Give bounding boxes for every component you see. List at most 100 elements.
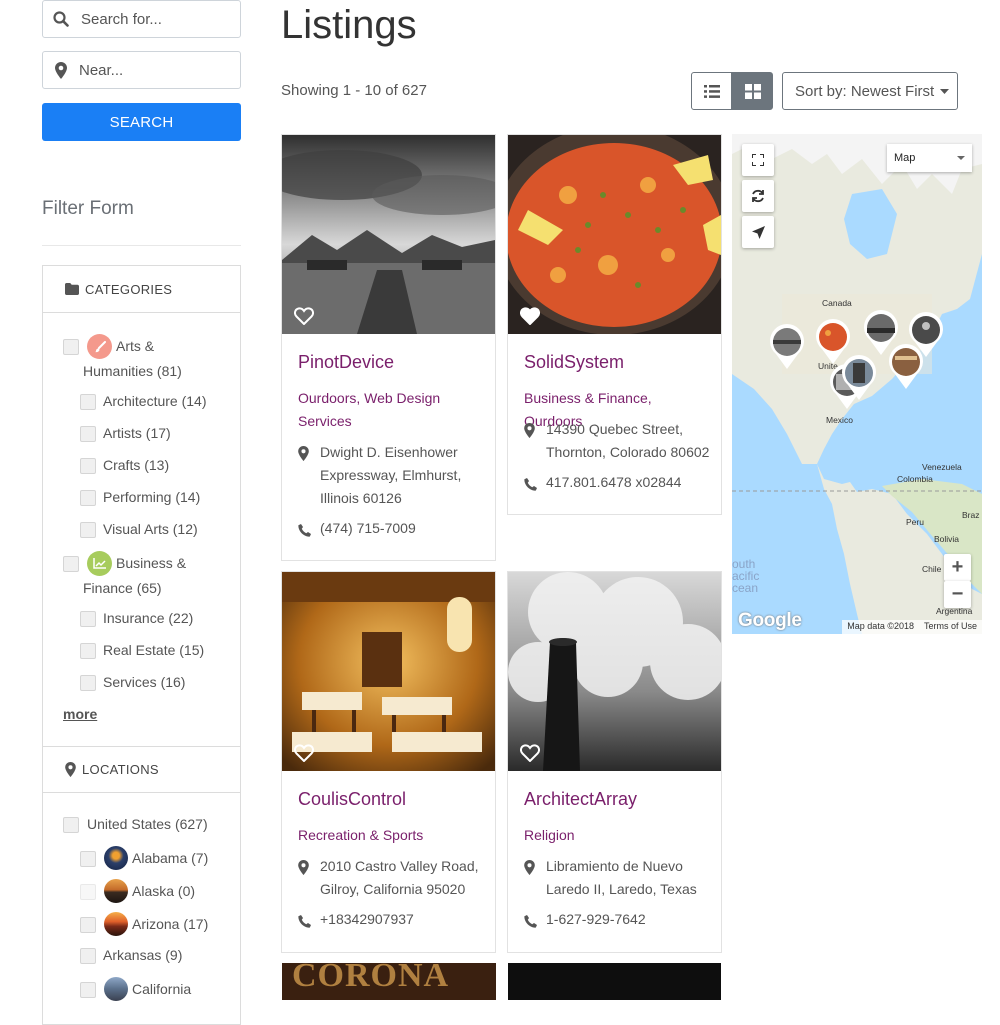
terms-of-use-link[interactable]: Terms of Use bbox=[924, 621, 977, 633]
location-arkansas[interactable]: Arkansas (9) bbox=[80, 943, 182, 968]
listing-title[interactable]: CoulisControl bbox=[298, 789, 406, 810]
map-label-colombia: Colombia bbox=[897, 474, 933, 484]
favorite-heart-icon[interactable] bbox=[519, 307, 541, 326]
location-label: Alaska (0) bbox=[132, 883, 196, 899]
map-label-chile: Chile bbox=[922, 564, 942, 574]
listing-title[interactable]: SolidSystem bbox=[524, 352, 624, 373]
checkbox[interactable] bbox=[63, 556, 79, 572]
map-type-dropdown[interactable]: Map bbox=[887, 144, 972, 172]
checkbox[interactable] bbox=[63, 339, 79, 355]
listing-category[interactable]: Recreation & Sports bbox=[298, 824, 483, 847]
map-pin-icon bbox=[298, 441, 320, 510]
listing-address: Dwight D. Eisenhower Expressway, Elmhurs… bbox=[298, 441, 483, 510]
category-arts-humanities[interactable]: Arts & Humanities (81) bbox=[63, 334, 182, 384]
category-services[interactable]: Services (16) bbox=[80, 670, 185, 695]
my-location-button[interactable] bbox=[742, 216, 774, 248]
map[interactable]: Canada Unite Mexico Venezuela Colombia P… bbox=[732, 134, 982, 634]
listing-card[interactable]: CoulisControl Recreation & Sports 2010 C… bbox=[281, 571, 496, 953]
category-architecture[interactable]: Architecture (14) bbox=[80, 389, 206, 414]
category-visual-arts[interactable]: Visual Arts (12) bbox=[80, 517, 198, 542]
location-california[interactable]: California bbox=[80, 977, 191, 1002]
location-alabama[interactable]: Alabama (7) bbox=[80, 846, 208, 871]
checkbox[interactable] bbox=[80, 394, 96, 410]
favorite-heart-icon[interactable] bbox=[519, 744, 541, 763]
category-label: Crafts (13) bbox=[103, 457, 170, 473]
category-performing[interactable]: Performing (14) bbox=[80, 485, 200, 510]
checkbox[interactable] bbox=[80, 884, 96, 900]
location-label: California bbox=[132, 981, 192, 997]
checkbox[interactable] bbox=[80, 675, 96, 691]
list-view-button[interactable] bbox=[691, 72, 732, 110]
listing-category[interactable]: Ourdoors, Web Design Services bbox=[298, 387, 483, 433]
zoom-in-button[interactable]: + bbox=[944, 554, 971, 581]
checkbox[interactable] bbox=[63, 817, 79, 833]
location-search-input[interactable] bbox=[77, 60, 227, 80]
search-button[interactable]: SEARCH bbox=[42, 103, 241, 141]
checkbox[interactable] bbox=[80, 917, 96, 933]
refresh-button[interactable] bbox=[742, 180, 774, 212]
map-marker[interactable] bbox=[887, 344, 925, 390]
category-insurance[interactable]: Insurance (22) bbox=[80, 606, 193, 631]
checkbox[interactable] bbox=[80, 982, 96, 998]
sort-dropdown[interactable]: Sort by: Newest First bbox=[782, 72, 958, 110]
caret-down-icon bbox=[940, 88, 950, 94]
category-label: Arts & bbox=[116, 338, 155, 354]
checkbox[interactable] bbox=[80, 611, 96, 627]
keyword-search-input[interactable] bbox=[79, 9, 229, 29]
listing-title[interactable]: PinotDevice bbox=[298, 352, 394, 373]
fullscreen-icon bbox=[752, 154, 764, 166]
category-artists[interactable]: Artists (17) bbox=[80, 421, 171, 446]
fullscreen-button[interactable] bbox=[742, 144, 774, 176]
location-united-states[interactable]: United States (627) bbox=[63, 812, 208, 837]
checkbox[interactable] bbox=[80, 948, 96, 964]
category-label: Insurance (22) bbox=[103, 610, 194, 626]
location-label: Arkansas (9) bbox=[103, 947, 183, 963]
category-real-estate[interactable]: Real Estate (15) bbox=[80, 638, 204, 663]
map-marker[interactable] bbox=[768, 324, 806, 370]
alabama-thumbnail bbox=[104, 846, 128, 870]
address-text: 14390 Quebec Street, Thornton, Colorado … bbox=[546, 421, 710, 460]
folder-icon bbox=[65, 283, 79, 295]
listing-card[interactable]: SolidSystem Business & Finance, Ourdoors… bbox=[507, 134, 722, 515]
map-label-peru: Peru bbox=[906, 517, 924, 527]
checkbox[interactable] bbox=[80, 490, 96, 506]
location-alaska[interactable]: Alaska (0) bbox=[80, 879, 195, 904]
keyword-search-field[interactable] bbox=[42, 0, 241, 38]
locations-heading: LOCATIONS bbox=[82, 762, 159, 777]
checkbox[interactable] bbox=[80, 458, 96, 474]
page-title: Listings bbox=[281, 3, 417, 47]
listing-address: 2010 Castro Valley Road, Gilroy, Califor… bbox=[298, 855, 488, 901]
checkbox[interactable] bbox=[80, 643, 96, 659]
listing-category[interactable]: Religion bbox=[524, 824, 709, 847]
sort-label: Sort by: Newest First bbox=[795, 82, 935, 100]
listing-image bbox=[508, 963, 721, 1000]
location-arizona[interactable]: Arizona (17) bbox=[80, 912, 208, 937]
paintbrush-icon bbox=[87, 334, 112, 359]
category-label: Real Estate (15) bbox=[103, 642, 205, 658]
category-crafts[interactable]: Crafts (13) bbox=[80, 453, 169, 478]
more-categories-link[interactable]: more bbox=[63, 706, 97, 722]
category-business-finance[interactable]: Business & Finance (65) bbox=[63, 551, 186, 601]
listing-card[interactable]: PinotDevice Ourdoors, Web Design Service… bbox=[281, 134, 496, 561]
arizona-thumbnail bbox=[104, 912, 128, 936]
location-search-field[interactable] bbox=[42, 51, 241, 89]
listing-title[interactable]: ArchitectArray bbox=[524, 789, 637, 810]
grid-view-button[interactable] bbox=[732, 72, 773, 110]
listing-card[interactable]: ArchitectArray Religion Libramiento de N… bbox=[507, 571, 722, 953]
address-text: Dwight D. Eisenhower Expressway, Elmhurs… bbox=[320, 444, 462, 506]
address-text: Libramiento de Nuevo Laredo II, Laredo, … bbox=[546, 858, 697, 897]
checkbox[interactable] bbox=[80, 851, 96, 867]
location-label: Alabama (7) bbox=[132, 850, 209, 866]
zoom-out-button[interactable]: − bbox=[944, 581, 971, 608]
phone-icon bbox=[298, 517, 320, 544]
listing-phone: 417.801.6478 x02844 bbox=[524, 471, 681, 498]
map-label-canada: Canada bbox=[822, 298, 852, 308]
grid-icon bbox=[744, 83, 761, 99]
checkbox[interactable] bbox=[80, 522, 96, 538]
favorite-heart-icon[interactable] bbox=[293, 307, 315, 326]
category-label: Artists (17) bbox=[103, 425, 171, 441]
checkbox[interactable] bbox=[80, 426, 96, 442]
listing-image bbox=[508, 572, 721, 771]
map-marker[interactable] bbox=[840, 355, 878, 401]
favorite-heart-icon[interactable] bbox=[293, 744, 315, 763]
